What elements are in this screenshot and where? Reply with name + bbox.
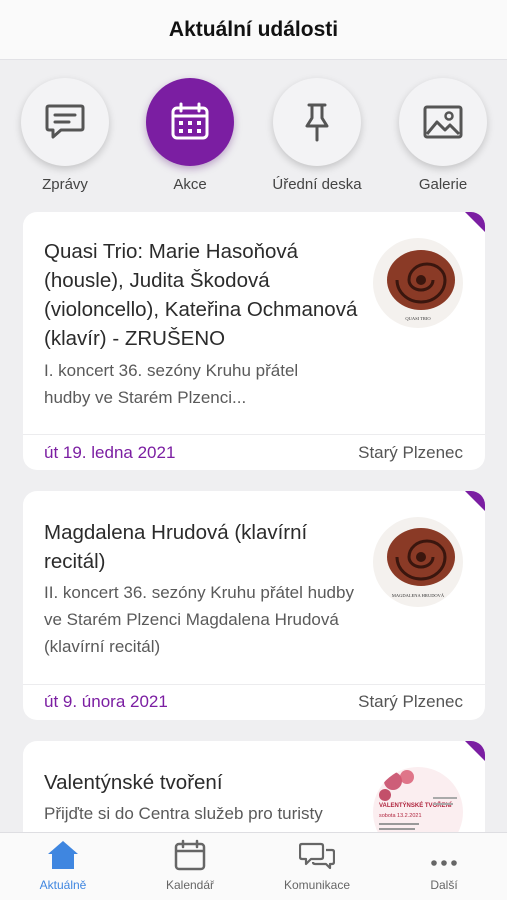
chat-icon xyxy=(299,842,335,870)
message-icon xyxy=(45,104,85,139)
event-thumbnail: MAGDALENA HRUDOVÁ xyxy=(373,517,463,607)
bottom-navigation: Aktuálně Kalendář Komunikace Další xyxy=(0,832,507,900)
card-corner-marker xyxy=(465,741,485,761)
thumb-caption: MAGDALENA HRUDOVÁ xyxy=(392,593,445,598)
nav-label: Další xyxy=(430,878,458,892)
page-title: Aktuální události xyxy=(168,17,339,41)
category-notice-board[interactable]: Úřední deska xyxy=(262,78,372,193)
event-card[interactable]: Quasi Trio: Marie Hasoňová (housle), Jud… xyxy=(23,212,485,470)
category-messages[interactable]: Zprávy xyxy=(10,78,120,193)
nav-tab-communication[interactable]: Komunikace xyxy=(254,833,380,900)
category-gallery-button[interactable] xyxy=(399,78,487,166)
category-label: Galerie xyxy=(418,176,468,193)
thumb-caption: QUASI TRIO xyxy=(405,316,431,321)
violin-scroll-image: QUASI TRIO xyxy=(373,238,463,328)
event-description: II. koncert 36. sezóny Kruhu přátel hudb… xyxy=(44,583,354,656)
home-icon xyxy=(48,841,78,869)
thumb-date: sobota 13.2.2021 xyxy=(379,813,422,819)
nav-label: Komunikace xyxy=(283,878,351,892)
nav-label: Aktuálně xyxy=(39,878,87,892)
category-label: Úřední deska xyxy=(272,176,362,193)
more-icon xyxy=(431,860,457,866)
event-title: Valentýnské tvoření xyxy=(44,771,223,794)
event-thumbnail: QUASI TRIO xyxy=(373,238,463,328)
category-events-button[interactable] xyxy=(146,78,234,166)
category-bar: Zprávy Akce Úřední deska Galerie xyxy=(0,78,507,198)
event-description: Přijďte si do Centra služeb pro turisty xyxy=(44,804,323,823)
category-notice-board-button[interactable] xyxy=(273,78,361,166)
calendar-icon xyxy=(174,839,206,871)
nav-tab-calendar[interactable]: Kalendář xyxy=(127,833,253,900)
event-date: út 9. února 2021 xyxy=(44,692,168,711)
nav-label: Kalendář xyxy=(165,878,215,892)
event-date: út 19. ledna 2021 xyxy=(44,443,176,462)
event-place: Starý Plzenec xyxy=(358,692,463,711)
nav-tab-more[interactable]: Další xyxy=(381,833,507,900)
card-divider xyxy=(23,684,485,685)
event-title: Magdalena Hrudová (klavírní recitál) xyxy=(44,521,308,573)
card-corner-marker xyxy=(465,212,485,232)
category-label: Zprávy xyxy=(42,176,88,193)
card-corner-marker xyxy=(465,491,485,511)
violin-scroll-image: MAGDALENA HRUDOVÁ xyxy=(373,517,463,607)
category-events[interactable]: Akce xyxy=(135,78,245,193)
event-title: Quasi Trio: Marie Hasoňová (housle), Jud… xyxy=(44,240,358,350)
pin-icon xyxy=(305,103,329,142)
category-messages-button[interactable] xyxy=(21,78,109,166)
event-description: I. koncert 36. sezóny Kruhu přátel hudby… xyxy=(44,361,299,407)
calendar-icon xyxy=(171,102,209,140)
app-screen: Aktuální události Zprávy Akce Úřední des… xyxy=(0,0,507,900)
image-icon xyxy=(423,105,463,139)
category-gallery[interactable]: Galerie xyxy=(388,78,498,193)
top-bar: Aktuální události xyxy=(0,0,507,60)
event-place: Starý Plzenec xyxy=(358,443,463,462)
category-label: Akce xyxy=(173,176,207,193)
event-card[interactable]: Magdalena Hrudová (klavírní recitál) MAG… xyxy=(23,491,485,720)
card-divider xyxy=(23,434,485,435)
nav-tab-current[interactable]: Aktuálně xyxy=(0,833,126,900)
